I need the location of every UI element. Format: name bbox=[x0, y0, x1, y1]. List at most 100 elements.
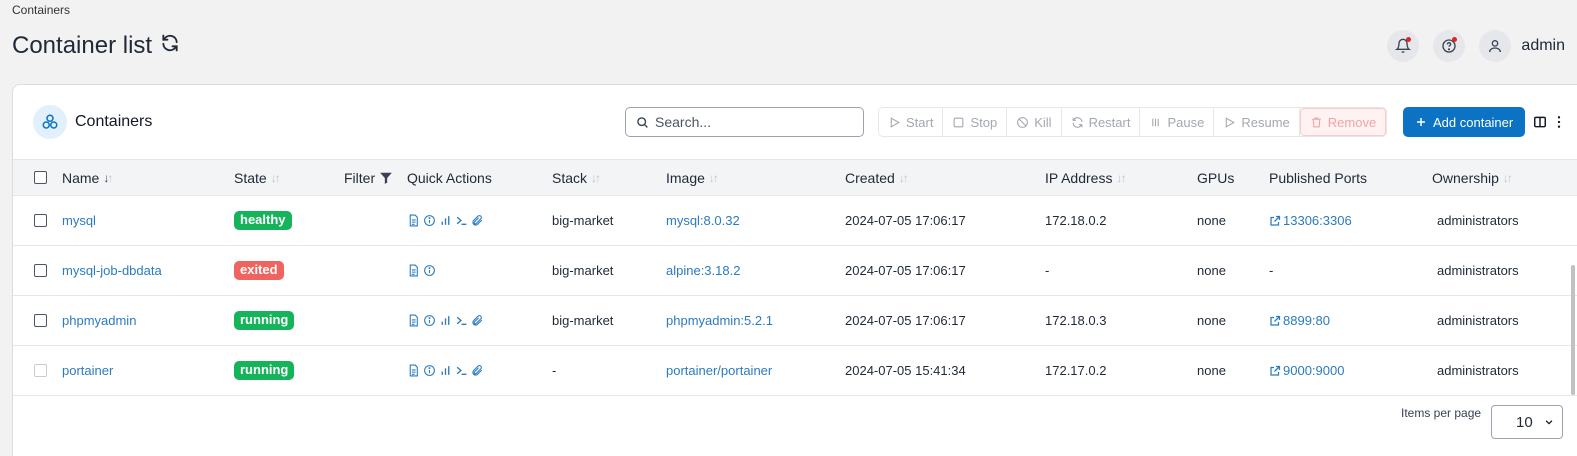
more-options-icon[interactable] bbox=[1556, 115, 1562, 129]
ip-cell: - bbox=[1045, 263, 1050, 278]
resume-icon bbox=[1226, 116, 1236, 128]
col-created[interactable]: Created ↓↑ bbox=[845, 160, 909, 195]
published-port-link[interactable]: 13306:3306 bbox=[1269, 213, 1352, 228]
stats-icon[interactable] bbox=[439, 314, 452, 327]
table-row: mysql-job-dbdata exited big-market alpin… bbox=[13, 246, 1577, 296]
panel-title: Containers bbox=[75, 113, 153, 130]
col-name[interactable]: Name ↓↑ bbox=[62, 160, 113, 195]
image-cell: mysql:8.0.32 bbox=[666, 196, 740, 245]
ip-cell: 172.18.0.2 bbox=[1045, 213, 1107, 228]
ownership-cell: administrators bbox=[1437, 213, 1519, 228]
created-cell: 2024-07-05 17:06:17 bbox=[845, 213, 966, 228]
published-port-link[interactable]: 9000:9000 bbox=[1269, 363, 1344, 378]
sort-icon: ↓↑ bbox=[898, 170, 909, 185]
stats-icon[interactable] bbox=[439, 364, 452, 377]
image-link[interactable]: mysql:8.0.32 bbox=[666, 213, 740, 228]
row-checkbox[interactable] bbox=[34, 214, 47, 227]
info-icon[interactable] bbox=[423, 364, 436, 377]
remove-button[interactable]: Remove bbox=[1299, 108, 1387, 136]
image-link[interactable]: portainer/portainer bbox=[666, 363, 772, 378]
info-icon[interactable] bbox=[423, 314, 436, 327]
help-button[interactable] bbox=[1433, 30, 1466, 62]
stack-cell: big-market bbox=[552, 213, 614, 228]
search-icon bbox=[637, 116, 648, 128]
gpus-cell: none bbox=[1197, 363, 1226, 378]
user-menu[interactable]: admin bbox=[1479, 30, 1565, 62]
filter-icon bbox=[380, 172, 392, 184]
published-port-label: - bbox=[1269, 263, 1274, 278]
attach-icon[interactable] bbox=[471, 364, 484, 377]
col-ownership[interactable]: Ownership ↓↑ bbox=[1432, 160, 1513, 195]
container-name-link[interactable]: portainer bbox=[62, 363, 113, 378]
resume-button[interactable]: Resume bbox=[1214, 108, 1300, 136]
add-container-button[interactable]: Add container bbox=[1403, 107, 1526, 137]
gpus-cell: none bbox=[1197, 263, 1226, 278]
ownership-cell: administrators bbox=[1437, 263, 1519, 278]
col-state[interactable]: State ↓↑ bbox=[234, 160, 281, 195]
notifications-button[interactable] bbox=[1387, 30, 1420, 62]
start-button[interactable]: Start bbox=[879, 108, 944, 136]
items-per-page-select[interactable]: 10 bbox=[1491, 405, 1563, 439]
search-input[interactable] bbox=[655, 114, 845, 130]
ports-cell: 13306:3306 bbox=[1269, 196, 1352, 245]
sort-icon: ↓↑ bbox=[708, 170, 719, 185]
ownership-cell: administrators bbox=[1437, 313, 1519, 328]
info-icon[interactable] bbox=[423, 214, 436, 227]
row-checkbox[interactable] bbox=[34, 364, 47, 377]
attach-icon[interactable] bbox=[471, 214, 484, 227]
console-icon[interactable] bbox=[455, 214, 468, 227]
container-name-link[interactable]: phpmyadmin bbox=[62, 313, 136, 328]
info-icon[interactable] bbox=[423, 264, 436, 277]
ports-cell: - bbox=[1269, 246, 1273, 295]
scrollbar[interactable] bbox=[1571, 265, 1575, 395]
col-image[interactable]: Image ↓↑ bbox=[666, 160, 719, 195]
select-all-checkbox[interactable] bbox=[34, 171, 47, 184]
container-name-link[interactable]: mysql bbox=[62, 213, 96, 228]
col-ip[interactable]: IP Address ↓↑ bbox=[1045, 160, 1126, 195]
status-badge: healthy bbox=[234, 211, 292, 230]
row-checkbox[interactable] bbox=[34, 314, 47, 327]
state-filter[interactable]: Filter bbox=[344, 160, 393, 195]
stop-button[interactable]: Stop bbox=[943, 108, 1008, 136]
image-link[interactable]: alpine:3.18.2 bbox=[666, 263, 740, 278]
image-link[interactable]: phpmyadmin:5.2.1 bbox=[666, 313, 773, 328]
refresh-icon[interactable] bbox=[160, 32, 180, 60]
kill-button[interactable]: Kill bbox=[1007, 108, 1062, 136]
filter-label: Filter bbox=[344, 169, 376, 186]
stats-icon[interactable] bbox=[439, 214, 452, 227]
row-select-cell bbox=[34, 296, 47, 345]
logs-icon[interactable] bbox=[407, 214, 420, 227]
page-title: Container list bbox=[12, 32, 180, 60]
image-cell: portainer/portainer bbox=[666, 346, 772, 395]
play-icon bbox=[890, 116, 900, 128]
add-container-label: Add container bbox=[1433, 114, 1514, 130]
external-link-icon bbox=[1270, 365, 1281, 376]
items-per-page-value: 10 bbox=[1516, 413, 1533, 431]
table-header: Name ↓↑ State ↓↑ Filter Quick Actions Stac… bbox=[13, 159, 1577, 196]
console-icon[interactable] bbox=[455, 364, 468, 377]
logs-icon[interactable] bbox=[407, 364, 420, 377]
name-cell: portainer bbox=[62, 346, 113, 395]
pause-button[interactable]: Pause bbox=[1140, 108, 1215, 136]
username: admin bbox=[1521, 37, 1565, 54]
col-name-label: Name bbox=[62, 169, 100, 186]
items-per-page-label: Items per page bbox=[1401, 406, 1482, 420]
row-checkbox[interactable] bbox=[34, 264, 47, 277]
col-stack[interactable]: Stack ↓↑ bbox=[552, 160, 601, 195]
header-actions: admin bbox=[1387, 30, 1565, 62]
col-stack-label: Stack bbox=[552, 169, 588, 186]
published-port-link[interactable]: 8899:80 bbox=[1269, 313, 1330, 328]
container-name-link[interactable]: mysql-job-dbdata bbox=[62, 263, 162, 278]
attach-icon[interactable] bbox=[471, 314, 484, 327]
breadcrumb[interactable]: Containers bbox=[12, 3, 70, 17]
table-row: mysql healthy big-market mysql:8.0.32 20… bbox=[13, 196, 1577, 246]
search-box[interactable] bbox=[625, 107, 864, 137]
columns-icon[interactable] bbox=[1533, 115, 1547, 129]
ports-cell: 8899:80 bbox=[1269, 296, 1330, 345]
console-icon[interactable] bbox=[455, 314, 468, 327]
col-gpus-label: GPUs bbox=[1197, 169, 1235, 186]
logs-icon[interactable] bbox=[407, 314, 420, 327]
logs-icon[interactable] bbox=[407, 264, 420, 277]
restart-button[interactable]: Restart bbox=[1061, 108, 1141, 136]
status-badge: exited bbox=[234, 261, 284, 280]
